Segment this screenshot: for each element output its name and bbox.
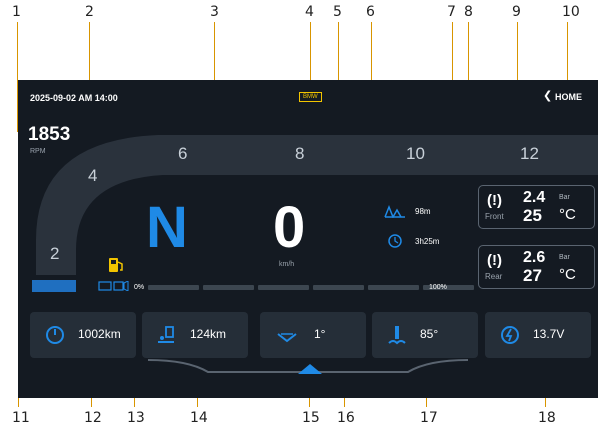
lean-angle-card[interactable]: 1°	[260, 312, 366, 358]
battery-min-label: 0%	[134, 284, 145, 291]
clock-icon	[388, 234, 402, 248]
coolant-temp-icon	[388, 326, 406, 345]
odometer-value: 1002km	[78, 327, 121, 341]
tire-rear-panel: (!) Rear 2.6 Bar 27 °C	[478, 245, 595, 289]
tire-warning-icon: (!)	[487, 192, 502, 209]
fuel-range-icon	[158, 326, 174, 343]
dashboard-screen: 2025-09-02 AM 14:00 BMW ❮ HOME 1853 RPM …	[18, 80, 598, 398]
battery-segment	[368, 285, 419, 290]
battery-max-label: 100%	[429, 284, 447, 291]
rpm-scale-4: 4	[88, 166, 98, 185]
callout-16: 16	[337, 410, 355, 426]
odometer-card[interactable]: 1002km	[30, 312, 136, 358]
coolant-temp-card[interactable]: 85°	[372, 312, 478, 358]
voltage-card[interactable]: 13.7V	[485, 312, 591, 358]
fuel-warning-icon	[109, 258, 123, 272]
fuel-range-value: 124km	[190, 327, 227, 341]
callout-5: 5	[333, 4, 342, 20]
brand-logo: BMW	[299, 92, 322, 102]
speed-unit: km/h	[279, 261, 295, 268]
battery-icon	[98, 281, 129, 291]
tire-front-temp: 25	[523, 206, 542, 225]
callout-9: 9	[512, 4, 521, 20]
tire-warning-icon: (!)	[487, 252, 502, 269]
tire-rear-temp-unit: °C	[559, 266, 576, 283]
callout-8: 8	[464, 4, 473, 20]
rpm-scale-12: 12	[520, 144, 539, 163]
callout-4: 4	[305, 4, 314, 20]
odometer-icon	[46, 326, 64, 344]
callout-11: 11	[12, 410, 30, 426]
fuel-range-card[interactable]: 124km	[142, 312, 248, 358]
callout-14: 14	[190, 410, 208, 426]
callout-17: 17	[420, 410, 438, 426]
tire-front-pressure: 2.4	[523, 189, 546, 206]
rpm-scale-2: 2	[50, 244, 60, 263]
tire-front-temp-unit: °C	[559, 206, 576, 223]
callout-6: 6	[366, 4, 375, 20]
voltage-value: 13.7V	[533, 327, 565, 341]
callout-7: 7	[447, 4, 456, 20]
lean-angle-value: 1°	[314, 327, 326, 341]
trip-distance-icon	[384, 204, 405, 218]
callout-18: 18	[538, 410, 556, 426]
gear-indicator: N	[146, 195, 188, 260]
rpm-scale-6: 6	[178, 144, 188, 163]
chevron-left-icon: ❮	[543, 90, 553, 102]
tire-rear-pressure-unit: Bar	[559, 254, 570, 261]
chevron-up-icon	[298, 364, 322, 374]
rpm-scale-10: 10	[406, 144, 425, 163]
battery-segment	[203, 285, 254, 290]
battery-segment	[313, 285, 364, 290]
home-label: HOME	[555, 92, 582, 102]
trip-time-value: 3h25m	[415, 237, 440, 246]
tire-front-label: Front	[485, 212, 504, 221]
coolant-temp-value: 85°	[420, 327, 439, 341]
tire-front-pressure-unit: Bar	[559, 194, 570, 201]
callout-15: 15	[302, 410, 320, 426]
tire-rear-temp: 27	[523, 266, 542, 285]
rpm-scale-8: 8	[295, 144, 305, 163]
expand-arrow-button[interactable]	[297, 362, 323, 374]
tachometer-arc	[32, 135, 163, 292]
voltage-icon	[501, 326, 519, 344]
callout-1: 1	[12, 4, 21, 20]
battery-segment	[258, 285, 309, 290]
trip-distance-value: 98m	[415, 207, 431, 216]
callout-2: 2	[85, 4, 94, 20]
callout-13: 13	[127, 410, 145, 426]
tire-rear-label: Rear	[485, 272, 503, 281]
callout-12: 12	[84, 410, 102, 426]
lean-angle-icon	[277, 333, 297, 343]
callout-3: 3	[210, 4, 219, 20]
tire-front-panel: (!) Front 2.4 Bar 25 °C	[478, 185, 595, 229]
callout-10: 10	[562, 4, 580, 20]
battery-segment	[148, 285, 199, 290]
tire-rear-pressure: 2.6	[523, 249, 546, 266]
speed-value: 0	[273, 195, 306, 260]
